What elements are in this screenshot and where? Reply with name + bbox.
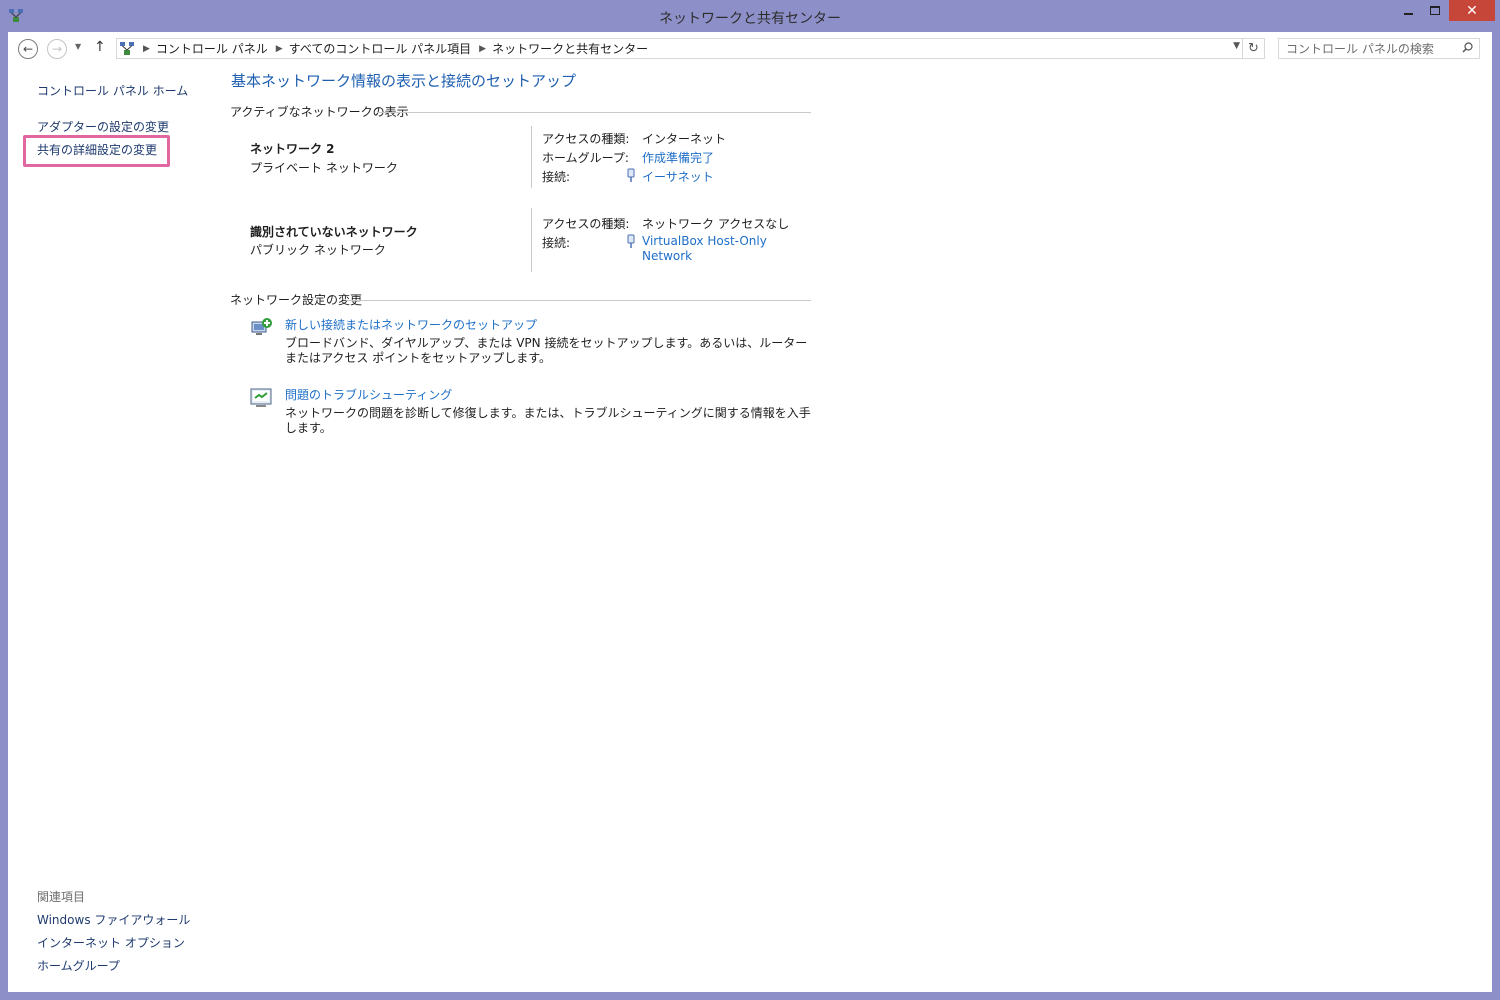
homegroup-link[interactable]: 作成準備完了	[642, 149, 714, 166]
ethernet-plug-icon	[627, 234, 635, 248]
network-center-icon	[120, 41, 134, 55]
minimize-button[interactable]	[1395, 0, 1421, 21]
navigation-bar: ← → ▼ ↑ ▶ コントロール パネル ▶ すべてのコントロール パネル項目 …	[8, 32, 1492, 64]
breadcrumb-network-center[interactable]: ネットワークと共有センター	[492, 40, 648, 57]
window-title: ネットワークと共有センター	[659, 11, 841, 27]
related-heading: 関連項目	[37, 890, 86, 904]
up-button[interactable]: ↑	[94, 39, 106, 55]
search-icon[interactable]	[1462, 42, 1473, 53]
sidebar-item-control-panel-home[interactable]: コントロール パネル ホーム	[37, 82, 188, 99]
troubleshoot-description: ネットワークの問題を診断して修復します。または、トラブルシューティングに関する情…	[285, 406, 811, 435]
new-connection-icon	[251, 318, 272, 335]
sidebar: コントロール パネル ホーム アダプターの設定の変更 共有の詳細設定の変更 関連…	[8, 64, 208, 992]
troubleshoot-icon	[250, 388, 272, 407]
refresh-button[interactable]: ↻	[1242, 39, 1264, 58]
sidebar-item-internet-options[interactable]: インターネット オプション	[37, 934, 185, 951]
close-button[interactable]: ✕	[1449, 0, 1495, 21]
virtualbox-connection-link[interactable]: VirtualBox Host-Only	[642, 234, 767, 248]
maximize-button[interactable]	[1422, 0, 1448, 21]
network-type[interactable]: パブリック ネットワーク	[250, 241, 386, 258]
network-name: ネットワーク 2	[250, 142, 335, 156]
maximize-icon	[1430, 6, 1440, 15]
access-type-value: ネットワーク アクセスなし	[642, 217, 790, 231]
title-bar: ネットワークと共有センター ✕	[0, 0, 1500, 32]
breadcrumb-all-items[interactable]: すべてのコントロール パネル項目	[289, 40, 472, 57]
back-button[interactable]: ←	[18, 39, 38, 59]
access-type-label: アクセスの種類:	[542, 132, 630, 146]
address-bar[interactable]: ▶ コントロール パネル ▶ すべてのコントロール パネル項目 ▶ ネットワーク…	[116, 38, 1265, 59]
forward-button[interactable]: →	[47, 39, 67, 59]
breadcrumb-separator-icon[interactable]: ▶	[479, 44, 486, 54]
breadcrumb-separator-icon[interactable]: ▶	[143, 44, 150, 54]
homegroup-label: ホームグループ:	[542, 151, 629, 165]
change-settings-heading: ネットワーク設定の変更	[230, 293, 363, 307]
access-type-label: アクセスの種類:	[542, 217, 630, 231]
page-title: 基本ネットワーク情報の表示と接続のセットアップ	[231, 72, 577, 90]
recent-locations-button[interactable]: ▼	[75, 42, 81, 51]
breadcrumb-control-panel[interactable]: コントロール パネル	[156, 40, 268, 57]
network-name: 識別されていないネットワーク	[250, 225, 418, 239]
section-divider	[346, 300, 811, 301]
address-dropdown-icon[interactable]: ▼	[1233, 41, 1240, 51]
search-input[interactable]	[1279, 39, 1454, 58]
network-divider	[531, 126, 532, 188]
breadcrumb-separator-icon[interactable]: ▶	[276, 44, 283, 54]
connection-label: 接続:	[542, 170, 571, 184]
search-box[interactable]	[1278, 38, 1480, 59]
sidebar-item-adapter-settings[interactable]: アダプターの設定の変更	[37, 118, 169, 135]
sidebar-item-firewall[interactable]: Windows ファイアウォール	[37, 911, 190, 928]
sidebar-item-homegroup[interactable]: ホームグループ	[37, 957, 120, 974]
section-divider	[377, 112, 811, 113]
connection-label: 接続:	[542, 236, 571, 250]
forward-arrow-icon: →	[51, 42, 63, 56]
network-type[interactable]: プライベート ネットワーク	[250, 159, 398, 176]
minimize-icon	[1403, 12, 1413, 15]
ethernet-plug-icon	[627, 168, 635, 182]
back-arrow-icon: ←	[22, 42, 34, 56]
new-connection-description: ブロードバンド、ダイヤルアップ、または VPN 接続をセットアップします。あるい…	[285, 336, 808, 365]
sidebar-item-advanced-sharing[interactable]: 共有の詳細設定の変更	[37, 141, 157, 158]
ethernet-connection-link[interactable]: イーサネット	[642, 168, 714, 185]
network-divider	[531, 208, 532, 272]
main-area: コントロール パネル ホーム アダプターの設定の変更 共有の詳細設定の変更 関連…	[8, 64, 1492, 992]
virtualbox-connection-link[interactable]: Network	[642, 249, 692, 263]
new-connection-link[interactable]: 新しい接続またはネットワークのセットアップ	[285, 316, 537, 333]
access-type-value: インターネット	[642, 132, 727, 146]
troubleshoot-link[interactable]: 問題のトラブルシューティング	[285, 386, 452, 403]
close-icon: ✕	[1466, 2, 1478, 19]
